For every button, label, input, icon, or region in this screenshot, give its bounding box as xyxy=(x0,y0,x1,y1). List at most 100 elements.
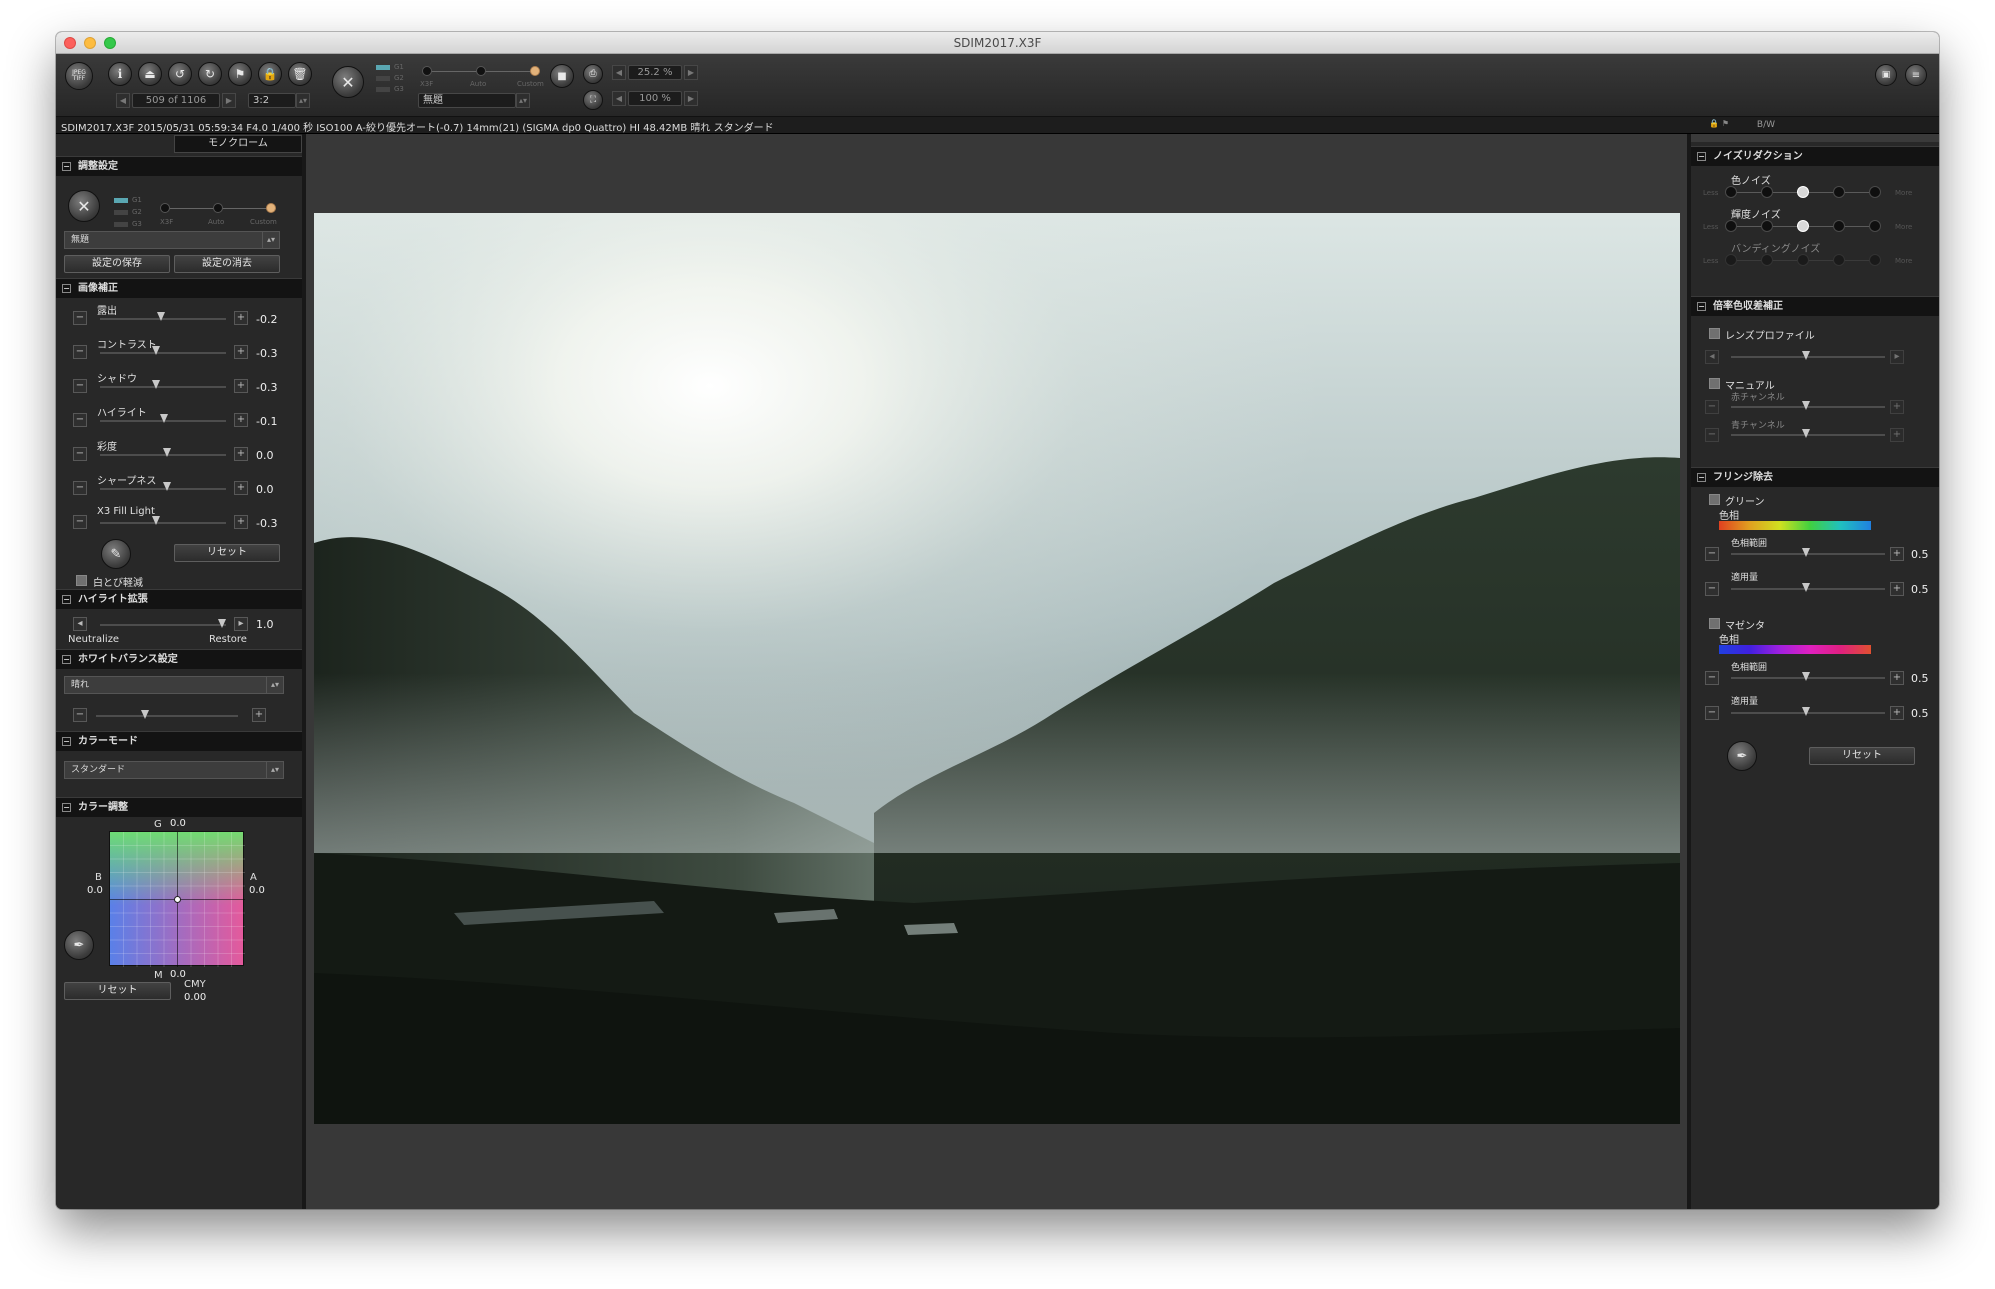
save-settings-button[interactable]: 設定の保存 xyxy=(64,255,170,273)
print-icon[interactable]: ⎙ xyxy=(583,64,603,84)
green-checkbox[interactable] xyxy=(1709,494,1720,505)
rotate-left-icon[interactable]: ↺ xyxy=(168,62,192,86)
color-noise-step-3[interactable] xyxy=(1797,186,1809,198)
green-range-thumb[interactable] xyxy=(1802,548,1810,557)
rotate-right-icon[interactable]: ↻ xyxy=(198,62,222,86)
green-range-plus-button[interactable]: + xyxy=(1890,547,1904,561)
color-mode-select[interactable]: スタンダード ▴▾ xyxy=(64,761,284,779)
shadow-thumb[interactable] xyxy=(152,380,160,389)
magenta-amount-minus-button[interactable]: − xyxy=(1705,706,1719,720)
banding-noise-step-4[interactable] xyxy=(1833,254,1845,266)
exposure-thumb[interactable] xyxy=(157,312,165,321)
reset-color-button[interactable]: リセット xyxy=(64,982,171,1000)
fullscreen-icon[interactable]: ⛶ xyxy=(583,90,603,110)
saturation-plus-button[interactable]: + xyxy=(234,447,248,461)
wb-minus-button[interactable]: − xyxy=(73,708,87,722)
wb-track[interactable] xyxy=(96,715,238,717)
sharpness-plus-button[interactable]: + xyxy=(234,481,248,495)
whiteout-checkbox[interactable] xyxy=(76,575,87,586)
aspect-ratio-arrow[interactable]: ▴▾ xyxy=(296,93,310,108)
aspect-ratio-select[interactable]: 3:2 xyxy=(248,93,296,108)
lens-profile-thumb[interactable] xyxy=(1802,351,1810,360)
highlight-minus-button[interactable]: − xyxy=(73,413,87,427)
blue-channel-thumb[interactable] xyxy=(1802,429,1810,438)
section-image-correction[interactable]: − 画像補正 xyxy=(56,278,302,298)
preset-select[interactable]: 無題 xyxy=(418,93,516,108)
panel-toggle-icon[interactable]: ▣ xyxy=(1875,64,1897,86)
shadow-track[interactable] xyxy=(100,386,226,388)
reset-fringe-button[interactable]: リセット xyxy=(1809,747,1915,765)
collapse-icon[interactable]: − xyxy=(1697,473,1706,482)
magenta-range-thumb[interactable] xyxy=(1802,672,1810,681)
next-image-arrow[interactable]: ▶ xyxy=(222,93,236,108)
collapse-icon[interactable]: − xyxy=(62,595,71,604)
contrast-plus-button[interactable]: + xyxy=(234,345,248,359)
lens-minus-button[interactable]: ◂ xyxy=(1705,350,1719,364)
red-channel-thumb[interactable] xyxy=(1802,401,1810,410)
green-amount-minus-button[interactable]: − xyxy=(1705,582,1719,596)
sigma-logo-icon[interactable]: ✕ xyxy=(332,66,364,98)
collapse-icon[interactable]: − xyxy=(62,655,71,664)
mode-auto-dot[interactable] xyxy=(476,66,486,76)
zoom-in-arrow[interactable]: ▶ xyxy=(684,65,698,80)
section-adjust-settings[interactable]: − 調整設定 xyxy=(56,156,302,176)
highlight-ext-minus-button[interactable]: ◂ xyxy=(73,617,87,631)
preset-select-arrow[interactable]: ▴▾ xyxy=(516,93,530,108)
blue-plus-button[interactable]: + xyxy=(1890,428,1904,442)
luminance-noise-step-4[interactable] xyxy=(1833,220,1845,232)
green-amount-thumb[interactable] xyxy=(1802,583,1810,592)
manual-checkbox[interactable] xyxy=(1709,378,1720,389)
magenta-checkbox[interactable] xyxy=(1709,618,1720,629)
section-highlight-extension[interactable]: − ハイライト拡張 xyxy=(56,589,302,609)
color-wheel-grid[interactable] xyxy=(109,831,245,967)
color-noise-step-4[interactable] xyxy=(1833,186,1845,198)
banding-noise-step-3[interactable] xyxy=(1797,254,1809,266)
banding-noise-step-5[interactable] xyxy=(1869,254,1881,266)
zoom-out-arrow[interactable]: ◀ xyxy=(612,65,626,80)
mode-x3f-dot[interactable] xyxy=(160,203,170,213)
magenta-range-plus-button[interactable]: + xyxy=(1890,671,1904,685)
lock-icon[interactable]: 🔒 xyxy=(258,62,282,86)
shadow-plus-button[interactable]: + xyxy=(234,379,248,393)
magenta-range-minus-button[interactable]: − xyxy=(1705,671,1719,685)
eyedropper-icon[interactable]: ✒ xyxy=(1727,741,1757,771)
red-minus-button[interactable]: − xyxy=(1705,400,1719,414)
mode-custom-dot[interactable] xyxy=(530,66,540,76)
fill-light-track[interactable] xyxy=(100,522,226,524)
collapse-icon[interactable]: − xyxy=(1697,302,1706,311)
highlight-ext-thumb[interactable] xyxy=(218,619,226,628)
magenta-hue-bar[interactable] xyxy=(1719,645,1871,654)
mode-auto-dot[interactable] xyxy=(213,203,223,213)
delete-settings-button[interactable]: 設定の消去 xyxy=(174,255,280,273)
fill-light-minus-button[interactable]: − xyxy=(73,515,87,529)
section-noise-reduction[interactable]: − ノイズリダクション xyxy=(1691,146,1939,166)
lens-profile-checkbox[interactable] xyxy=(1709,328,1720,339)
contrast-minus-button[interactable]: − xyxy=(73,345,87,359)
green-hue-bar[interactable] xyxy=(1719,521,1871,530)
magenta-amount-plus-button[interactable]: + xyxy=(1890,706,1904,720)
collapse-icon[interactable]: − xyxy=(62,284,71,293)
color-noise-step-1[interactable] xyxy=(1725,186,1737,198)
magenta-amount-thumb[interactable] xyxy=(1802,707,1810,716)
auto-adjust-icon[interactable]: ✎ xyxy=(101,539,131,569)
lens-plus-button[interactable]: ▸ xyxy=(1890,350,1904,364)
blue-minus-button[interactable]: − xyxy=(1705,428,1719,442)
sharpness-thumb[interactable] xyxy=(163,482,171,491)
highlight-ext-track[interactable] xyxy=(100,624,226,626)
wb-thumb[interactable] xyxy=(141,710,149,719)
saturation-thumb[interactable] xyxy=(163,448,171,457)
luminance-noise-step-5[interactable] xyxy=(1869,220,1881,232)
highlight-ext-plus-button[interactable]: ▸ xyxy=(234,617,248,631)
zoom2-out-arrow[interactable]: ◀ xyxy=(612,91,626,106)
green-range-minus-button[interactable]: − xyxy=(1705,547,1719,561)
exposure-plus-button[interactable]: + xyxy=(234,311,248,325)
green-amount-plus-button[interactable]: + xyxy=(1890,582,1904,596)
photo-preview[interactable] xyxy=(314,213,1680,1124)
saturation-minus-button[interactable]: − xyxy=(73,447,87,461)
flag-icon[interactable]: ⚑ xyxy=(228,62,252,86)
menu-icon[interactable]: ≡ xyxy=(1905,64,1927,86)
collapse-icon[interactable]: − xyxy=(62,737,71,746)
stop-icon[interactable]: ■ xyxy=(550,64,574,88)
mode-custom-dot[interactable] xyxy=(266,203,276,213)
contrast-track[interactable] xyxy=(100,352,226,354)
